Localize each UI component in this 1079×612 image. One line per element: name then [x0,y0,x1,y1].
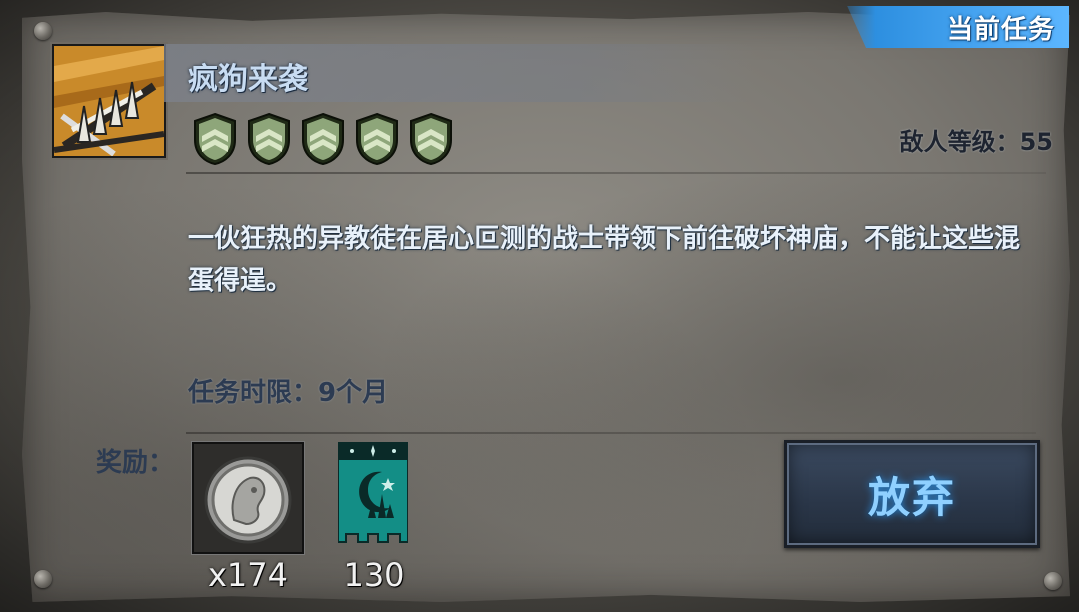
difficulty-rating [192,112,454,166]
abandon-button[interactable]: 放弃 [784,440,1040,548]
shield-icon [356,112,398,166]
quest-title: 疯狗来袭 [188,62,308,97]
shield-icon [302,112,344,166]
enemy-level: 敌人等级：55 [899,128,1053,156]
shield-icon [194,112,236,166]
silver-coin-icon [194,444,302,552]
quest-description: 一伙狂热的异教徒在居心叵测的战士带领下前往破坏神庙，不能让这些混蛋得逞。 [188,224,1021,296]
reward-coin-count: x174 [207,556,288,594]
reward-banner-count: 130 [343,556,405,594]
reward-label: 奖励： [96,448,175,478]
shield-icon [410,112,452,166]
quest-time-limit: 任务时限：9个月 [188,378,389,408]
rivet-top-left [34,22,52,40]
divider-bottom [186,432,1036,434]
reward-coin-slot[interactable] [192,442,304,554]
shield-icon [248,112,290,166]
rivet-bottom-left [34,570,52,588]
rivet-bottom-right [1044,572,1062,590]
quest-spikes-icon [52,44,166,158]
current-quest-label: 当前任务 [946,15,1055,45]
moon-banner-icon [338,442,408,543]
abandon-button-label: 放弃 [867,472,956,522]
divider-top [186,172,1046,174]
reward-banner-slot[interactable] [338,442,408,550]
